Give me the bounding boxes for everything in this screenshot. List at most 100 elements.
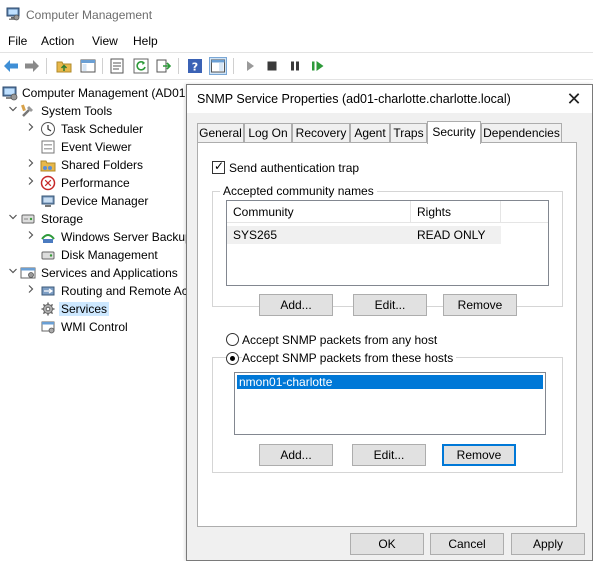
chevron-right-icon[interactable] (26, 158, 36, 170)
tab-traps[interactable]: Traps (390, 123, 427, 143)
accept-any-host-radio[interactable] (226, 333, 239, 346)
resume-service-icon[interactable] (309, 57, 327, 75)
tree-item-disk-management[interactable]: Disk Management (0, 246, 186, 264)
refresh-icon[interactable] (132, 57, 150, 75)
svg-text:?: ? (192, 61, 198, 74)
menu-action[interactable]: Action (41, 34, 74, 48)
tree-item-windows-server-backup[interactable]: Windows Server Backup (0, 228, 186, 246)
tree-item-label: Services and Applications (41, 266, 178, 280)
tree-item-task-scheduler[interactable]: Task Scheduler (0, 120, 186, 138)
device-manager-icon (40, 193, 56, 209)
properties-icon[interactable] (108, 57, 126, 75)
tree-item-label: Event Viewer (61, 140, 132, 154)
tab-recovery[interactable]: Recovery (292, 123, 350, 143)
tree-root[interactable]: Computer Management (AD01 (0, 84, 186, 102)
hosts-remove-button[interactable]: Remove (442, 444, 516, 466)
community-edit-button[interactable]: Edit... (353, 294, 427, 316)
tree-item-event-viewer[interactable]: Event Viewer (0, 138, 186, 156)
cancel-button[interactable]: Cancel (430, 533, 504, 555)
tree-item-label: Windows Server Backup (61, 230, 186, 244)
computer-management-icon (6, 7, 20, 21)
tab-general[interactable]: General (197, 123, 244, 143)
chevron-right-icon[interactable] (26, 122, 36, 134)
radio-selected-dot (230, 356, 235, 361)
clock-icon (40, 121, 56, 137)
tree-item-label: Storage (41, 212, 84, 226)
services-applications-icon (20, 265, 36, 281)
tab-agent[interactable]: Agent (350, 123, 390, 143)
apply-button[interactable]: Apply (511, 533, 585, 555)
event-viewer-icon (40, 139, 56, 155)
tree-item-system-tools[interactable]: System Tools (0, 102, 186, 120)
chevron-down-icon[interactable] (8, 266, 18, 278)
hosts-edit-button[interactable]: Edit... (352, 444, 426, 466)
start-service-icon[interactable] (241, 57, 259, 75)
close-icon[interactable]: ✕ (562, 87, 586, 111)
show-hide-tree-icon[interactable] (79, 57, 97, 75)
menu-help[interactable]: Help (133, 34, 158, 48)
column-rights[interactable]: Rights (411, 201, 501, 223)
hosts-list[interactable]: nmon01-charlotte (234, 372, 546, 435)
storage-icon (20, 211, 36, 227)
accept-these-hosts-radio[interactable] (226, 352, 239, 365)
chevron-right-icon[interactable] (26, 176, 36, 188)
tree-item-wmi-control[interactable]: WMI Control (0, 318, 186, 336)
dialog-titlebar: SNMP Service Properties (ad01-charlotte.… (187, 85, 592, 113)
tree-item-label: Task Scheduler (61, 122, 144, 136)
main-titlebar: Computer Management (0, 0, 593, 30)
chevron-down-icon[interactable] (8, 212, 18, 224)
tree-item-label: Services (59, 302, 110, 316)
table-row[interactable]: SYS265 READ ONLY (227, 226, 501, 244)
security-tab-panel: ✓ Send authentication trap Accepted comm… (197, 142, 577, 527)
tree-item-performance[interactable]: Performance (0, 174, 186, 192)
tab-dependencies[interactable]: Dependencies (481, 123, 562, 143)
ok-button[interactable]: OK (350, 533, 424, 555)
toolbar: ? (0, 52, 593, 80)
tree-item-device-manager[interactable]: Device Manager (0, 192, 186, 210)
community-add-button[interactable]: Add... (259, 294, 333, 316)
services-gear-icon (40, 301, 56, 317)
chevron-right-icon[interactable] (26, 230, 36, 242)
back-arrow-icon[interactable] (2, 57, 20, 75)
send-auth-trap-checkbox[interactable]: ✓ (212, 159, 225, 174)
up-folder-icon[interactable] (55, 57, 73, 75)
hosts-add-button[interactable]: Add... (259, 444, 333, 466)
tree-item-routing-remote-access[interactable]: Routing and Remote Ac (0, 282, 186, 300)
help-icon[interactable]: ? (186, 57, 204, 75)
menu-file[interactable]: File (8, 34, 27, 48)
toolbar-separator (233, 58, 234, 74)
computer-management-icon (2, 85, 18, 101)
list-item[interactable]: nmon01-charlotte (236, 374, 544, 390)
toolbar-separator (102, 58, 103, 74)
tree-item-services-and-applications[interactable]: Services and Applications (0, 264, 186, 282)
pause-service-icon[interactable] (286, 57, 304, 75)
checkmark-icon: ✓ (214, 159, 225, 173)
tree-item-label: Disk Management (61, 248, 158, 262)
tab-security[interactable]: Security (427, 121, 481, 144)
community-list-header: Community Rights (227, 201, 548, 223)
column-community[interactable]: Community (227, 201, 411, 223)
toolbar-separator (46, 58, 47, 74)
community-cell: SYS265 (233, 228, 278, 242)
snmp-properties-dialog: SNMP Service Properties (ad01-charlotte.… (186, 84, 593, 561)
export-list-icon[interactable] (155, 57, 173, 75)
community-list[interactable]: Community Rights SYS265 READ ONLY (226, 200, 549, 286)
tree-item-services[interactable]: Services (0, 300, 186, 318)
chevron-down-icon[interactable] (8, 104, 18, 116)
show-action-pane-icon[interactable] (209, 57, 227, 75)
stop-service-icon[interactable] (263, 57, 281, 75)
tree-item-label: Shared Folders (61, 158, 144, 172)
tab-log-on[interactable]: Log On (244, 123, 292, 143)
tree-item-label: System Tools (41, 104, 113, 118)
menu-view[interactable]: View (92, 34, 118, 48)
tree-item-shared-folders[interactable]: Shared Folders (0, 156, 186, 174)
tree-item-storage[interactable]: Storage (0, 210, 186, 228)
tools-icon (20, 103, 36, 119)
shared-folder-icon (40, 157, 56, 173)
community-remove-button[interactable]: Remove (443, 294, 517, 316)
rights-cell: READ ONLY (417, 228, 486, 242)
tree-root-label: Computer Management (AD01 (22, 86, 186, 100)
forward-arrow-icon[interactable] (23, 57, 41, 75)
tree-item-label: Routing and Remote Ac (61, 284, 186, 298)
chevron-right-icon[interactable] (26, 284, 36, 296)
